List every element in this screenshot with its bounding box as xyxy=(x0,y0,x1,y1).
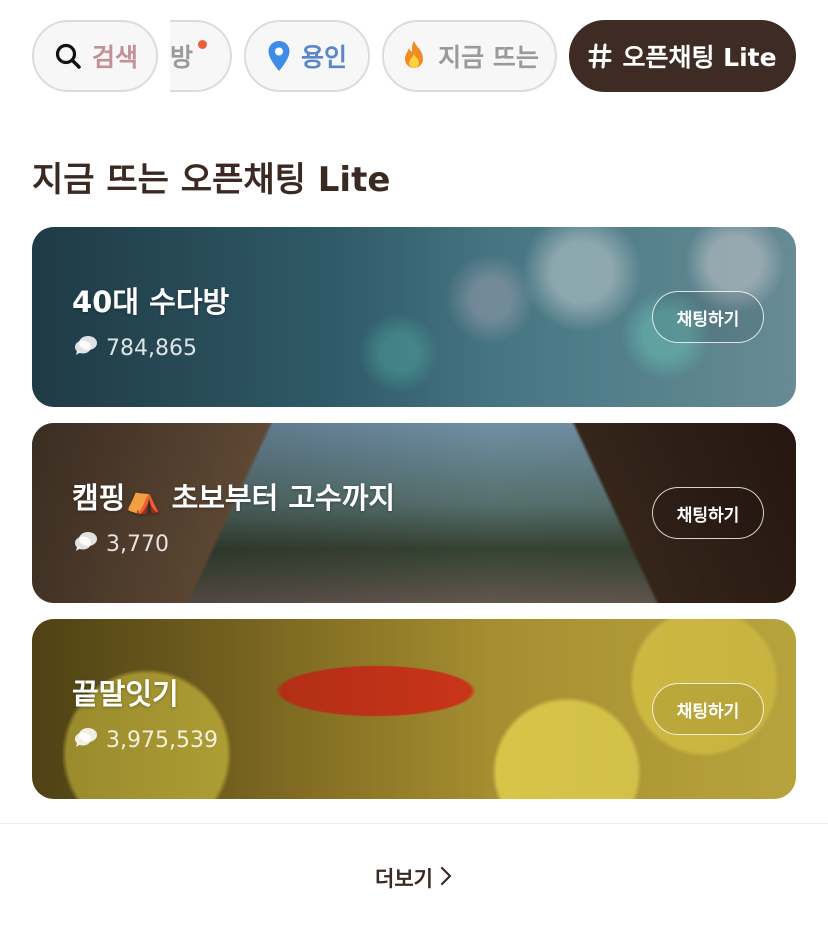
room-card[interactable]: 끝말잇기 3,975,539 채팅하기 xyxy=(32,619,796,799)
member-count-value: 784,865 xyxy=(106,335,197,361)
chat-bubbles-icon xyxy=(74,531,106,557)
chat-bubbles-icon xyxy=(74,727,106,753)
divider xyxy=(0,823,828,824)
room-title: 40대 수다방 xyxy=(72,285,230,319)
chevron-right-icon xyxy=(433,865,453,892)
region-chip[interactable]: 용인 xyxy=(244,20,370,92)
chat-bubbles-icon xyxy=(74,335,106,361)
search-icon xyxy=(54,42,82,70)
room-chip[interactable]: 방 xyxy=(170,20,232,92)
more-button[interactable]: 더보기 xyxy=(0,858,828,898)
openchat-lite-chip[interactable]: 오픈채팅 Lite xyxy=(569,20,796,92)
more-button-label: 더보기 xyxy=(375,867,433,891)
room-card[interactable]: 40대 수다방 784,865 채팅하기 xyxy=(32,227,796,407)
openchat-lite-chip-label: 오픈채팅 Lite xyxy=(622,43,777,72)
search-chip[interactable]: 검색 xyxy=(32,20,158,92)
trending-chip-label: 지금 뜨는 xyxy=(438,43,539,72)
member-count: 3,770 xyxy=(74,531,169,557)
location-pin-icon xyxy=(267,40,291,72)
chat-button[interactable]: 채팅하기 xyxy=(652,487,764,539)
hashtag-icon xyxy=(588,43,612,69)
room-chip-label: 방 xyxy=(170,43,194,72)
trending-chip[interactable]: 지금 뜨는 xyxy=(382,20,557,92)
room-card[interactable]: 캠핑⛺ 초보부터 고수까지 3,770 채팅하기 xyxy=(32,423,796,603)
member-count-value: 3,975,539 xyxy=(106,727,218,753)
chat-button[interactable]: 채팅하기 xyxy=(652,683,764,735)
notification-dot xyxy=(198,40,207,49)
fire-icon xyxy=(400,40,428,72)
member-count: 784,865 xyxy=(74,335,197,361)
room-title: 끝말잇기 xyxy=(72,677,179,711)
member-count-value: 3,770 xyxy=(106,531,169,557)
search-chip-label: 검색 xyxy=(92,43,139,72)
member-count: 3,975,539 xyxy=(74,727,218,753)
filter-chip-bar: 검색 방 용인 지금 뜨는 오픈채팅 Lite xyxy=(0,20,828,92)
region-chip-label: 용인 xyxy=(300,43,347,72)
room-title: 캠핑⛺ 초보부터 고수까지 xyxy=(72,481,396,515)
chat-button[interactable]: 채팅하기 xyxy=(652,291,764,343)
section-title: 지금 뜨는 오픈채팅 Lite xyxy=(32,160,391,200)
